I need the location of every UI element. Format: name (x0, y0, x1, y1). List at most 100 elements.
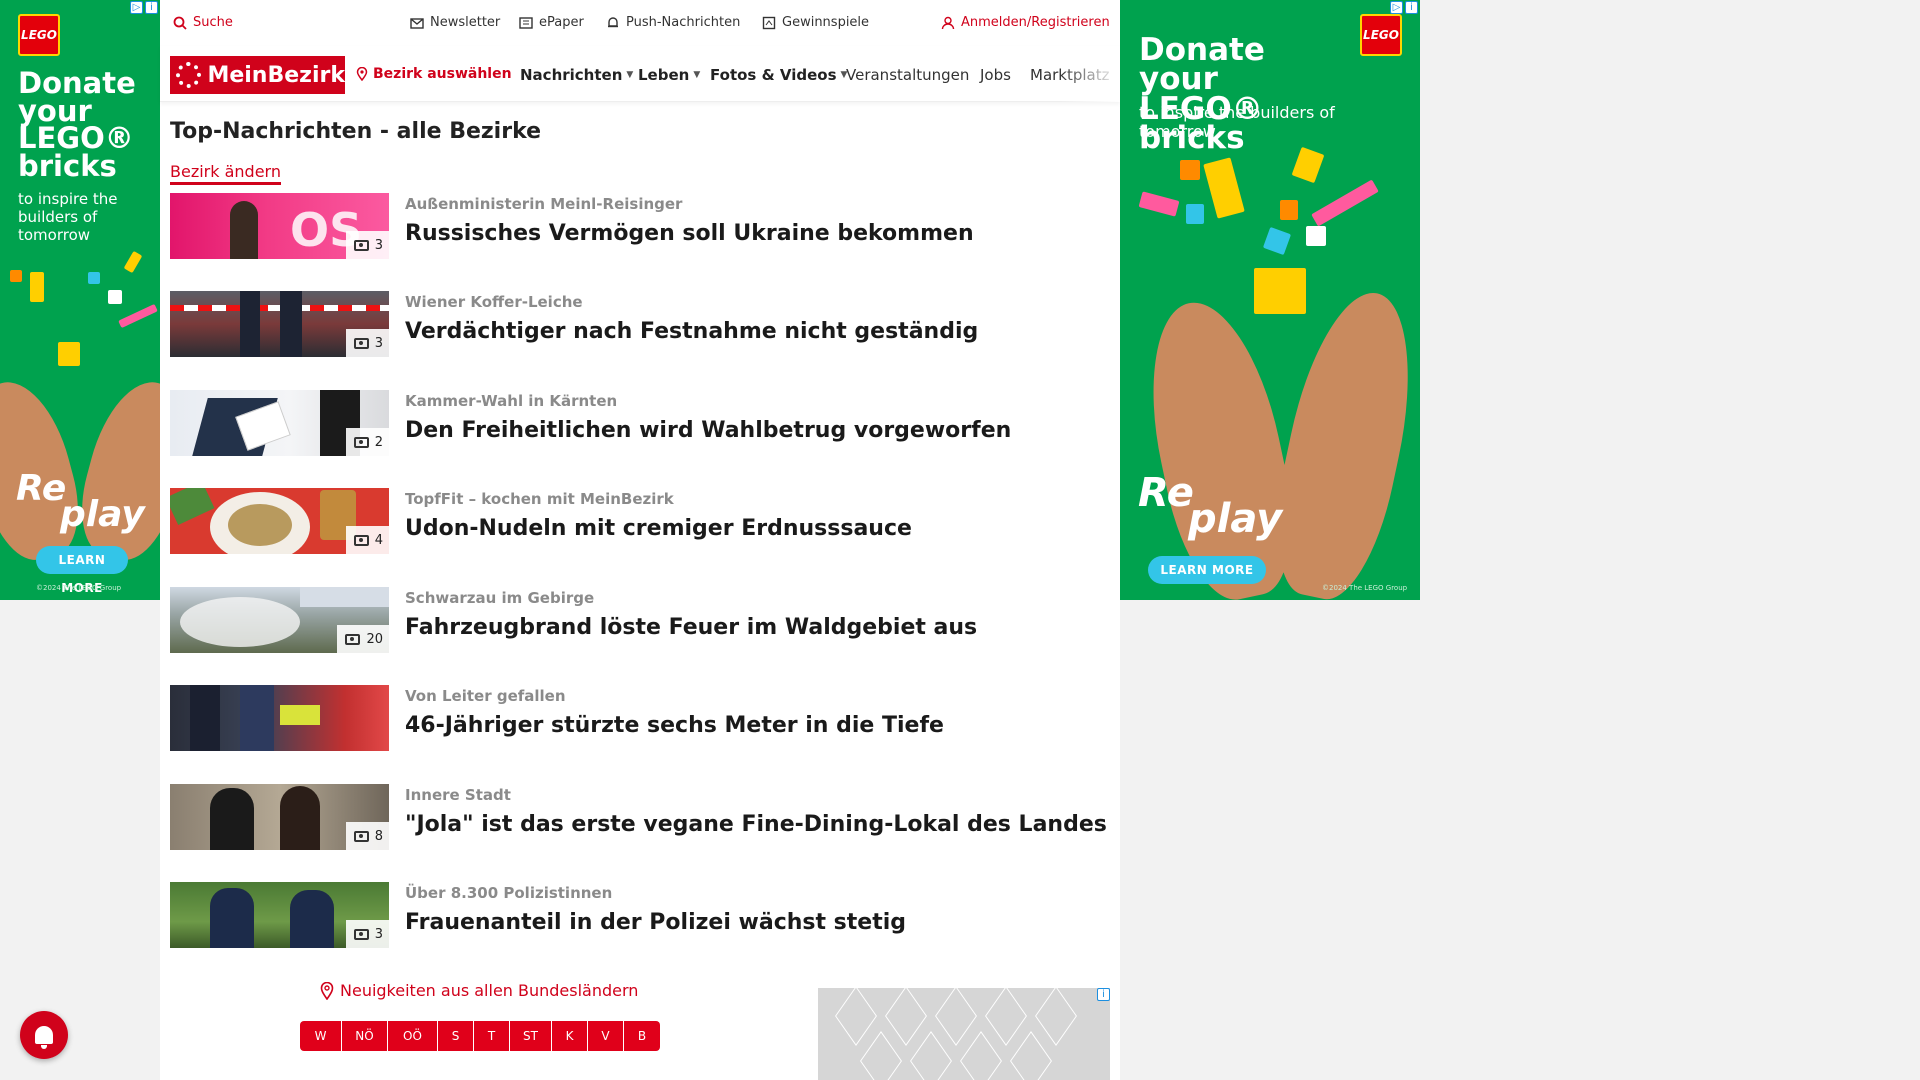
brand-logo[interactable]: MeinBezirk (170, 56, 345, 94)
pattern-decoration (885, 988, 927, 1046)
ad-marks[interactable]: ▷ i (1390, 1, 1418, 14)
newspaper-icon (519, 16, 533, 29)
photo-count: 3 (374, 237, 383, 253)
article-headline[interactable]: Frauenanteil in der Polizei wächst steti… (405, 910, 906, 935)
photo-count-badge: 3 (345, 920, 389, 948)
article-thumbnail[interactable]: 20 (170, 587, 389, 653)
thumbnail-person (240, 685, 274, 751)
newsletter-link[interactable]: Newsletter (410, 15, 500, 30)
article-thumbnail[interactable]: 3 (170, 291, 389, 357)
nav-media[interactable]: Fotos & Videos ▼ (710, 66, 847, 84)
pattern-decoration (1035, 988, 1077, 1046)
ad-left-skyscraper[interactable]: ▷ i LEGO Donate your LEGO® bricks to ins… (0, 0, 160, 600)
thumbnail-herbs (170, 488, 215, 526)
article-item[interactable]: 4 TopfFit – kochen mit MeinBezirk Udon-N… (170, 488, 1070, 554)
state-button-w[interactable]: W (300, 1021, 342, 1051)
article-item[interactable]: 2 Kammer-Wahl in Kärnten Den Freiheitlic… (170, 390, 1070, 456)
ad-learn-more-button[interactable]: LEARN MORE (1148, 556, 1266, 584)
camera-icon (353, 436, 369, 448)
article-thumbnail[interactable] (170, 685, 389, 751)
article-thumbnail[interactable]: 8 (170, 784, 389, 850)
district-select[interactable]: Bezirk auswählen (355, 66, 512, 82)
ad-marks[interactable]: i (1097, 988, 1110, 1001)
ad-marks[interactable]: ▷ i (130, 1, 158, 14)
chevron-down-icon: ▼ (626, 70, 634, 80)
login-link[interactable]: Anmelden/Registrieren (941, 15, 1110, 30)
ad-info-icon[interactable]: i (1405, 1, 1418, 14)
chevron-down-icon: ▼ (693, 70, 701, 80)
article-item[interactable]: OS 3 Außenministerin Meinl-Reisinger Rus… (170, 193, 1070, 259)
camera-icon (353, 928, 369, 940)
pattern-decoration (910, 1031, 952, 1080)
state-button-st[interactable]: ST (510, 1021, 552, 1051)
ad-choices-icon[interactable]: ▷ (1390, 1, 1403, 14)
article-kicker: Innere Stadt (405, 786, 511, 804)
thumbnail-person (190, 685, 220, 751)
nav-news[interactable]: Nachrichten ▼ (520, 66, 633, 84)
state-button-v[interactable]: V (588, 1021, 624, 1051)
state-button-t[interactable]: T (474, 1021, 510, 1051)
nav-life[interactable]: Leben ▼ (638, 66, 700, 84)
article-thumbnail[interactable]: 4 (170, 488, 389, 554)
nav-events[interactable]: Veranstaltungen (846, 66, 969, 84)
nav-news-label: Nachrichten (520, 66, 623, 84)
state-button-noe[interactable]: NÖ (342, 1021, 388, 1051)
bell-icon (608, 16, 618, 27)
article-item[interactable]: 3 Über 8.300 Polizistinnen Frauenanteil … (170, 882, 1070, 948)
article-headline[interactable]: 46-Jähriger stürzte sechs Meter in die T… (405, 713, 944, 738)
pattern-decoration (960, 1031, 1002, 1080)
article-headline[interactable]: Den Freiheitlichen wird Wahlbetrug vorge… (405, 418, 1011, 443)
nav-jobs[interactable]: Jobs (980, 66, 1011, 84)
thumbnail-person (280, 291, 302, 357)
state-button-ooe[interactable]: OÖ (388, 1021, 438, 1051)
article-thumbnail[interactable]: 2 (170, 390, 389, 456)
push-notifications-link[interactable]: Push-Nachrichten (606, 15, 740, 30)
change-district-link[interactable]: Bezirk ändern (170, 162, 281, 185)
lego-logo: LEGO (18, 14, 60, 56)
state-button-k[interactable]: K (552, 1021, 588, 1051)
article-thumbnail[interactable]: OS 3 (170, 193, 389, 259)
notification-bell-button[interactable] (20, 1011, 68, 1059)
brand-name: MeinBezirk (207, 62, 345, 88)
state-button-b[interactable]: B (624, 1021, 660, 1051)
article-item[interactable]: 20 Schwarzau im Gebirge Fahrzeugbrand lö… (170, 587, 1070, 653)
search-link[interactable]: Suche (173, 15, 233, 30)
epaper-label: ePaper (539, 15, 584, 30)
ad-info-icon[interactable]: i (145, 1, 158, 14)
epaper-link[interactable]: ePaper (519, 15, 584, 30)
ad-right-skyscraper[interactable]: ▷ i LEGO Donate your LEGO® bricks to ins… (1120, 0, 1420, 600)
article-headline[interactable]: Russisches Vermögen soll Ukraine bekomme… (405, 221, 974, 246)
nav-events-label: Veranstaltungen (846, 66, 970, 84)
state-selector: W NÖ OÖ S T ST K V B (300, 1021, 660, 1051)
ad-subline: to inspire the builders of tomorrow (1139, 103, 1335, 142)
brick-decoration (1254, 268, 1306, 314)
thumbnail-officer (290, 890, 334, 948)
article-headline[interactable]: Fahrzeugbrand löste Feuer im Waldgebiet … (405, 615, 977, 640)
article-kicker: Wiener Koffer-Leiche (405, 293, 583, 311)
pattern-decoration (860, 1031, 902, 1080)
contests-link[interactable]: Gewinnspiele (762, 15, 869, 30)
states-link[interactable]: Neuigkeiten aus allen Bundesländern (320, 981, 638, 1000)
search-icon (173, 16, 187, 30)
article-headline[interactable]: "Jola" ist das erste vegane Fine-Dining-… (405, 812, 1107, 837)
article-item[interactable]: 3 Wiener Koffer-Leiche Verdächtiger nach… (170, 291, 1070, 357)
article-item[interactable]: Von Leiter gefallen 46-Jähriger stürzte … (170, 685, 1070, 751)
photo-count: 4 (374, 532, 383, 548)
brick-decoration (118, 303, 158, 329)
article-item[interactable]: 8 Innere Stadt "Jola" ist das erste vega… (170, 784, 1107, 850)
article-headline[interactable]: Udon-Nudeln mit cremiger Erdnusssauce (405, 516, 912, 541)
ad-choices-icon[interactable]: ▷ (130, 1, 143, 14)
ad-bottom-banner[interactable]: i (818, 988, 1110, 1080)
photo-count-badge: 8 (345, 822, 389, 850)
user-icon (941, 16, 955, 29)
article-headline[interactable]: Verdächtiger nach Festnahme nicht gestän… (405, 319, 978, 344)
state-button-s[interactable]: S (438, 1021, 474, 1051)
ad-learn-more-button[interactable]: LEARN MORE (36, 546, 128, 595)
ad-info-icon[interactable]: i (1097, 988, 1110, 1001)
camera-icon (353, 534, 369, 546)
bell-icon (35, 1026, 53, 1049)
article-thumbnail[interactable]: 3 (170, 882, 389, 948)
article-kicker: Über 8.300 Polizistinnen (405, 884, 613, 902)
page-title: Top-Nachrichten - alle Bezirke (170, 119, 542, 144)
hand-image (68, 371, 160, 569)
